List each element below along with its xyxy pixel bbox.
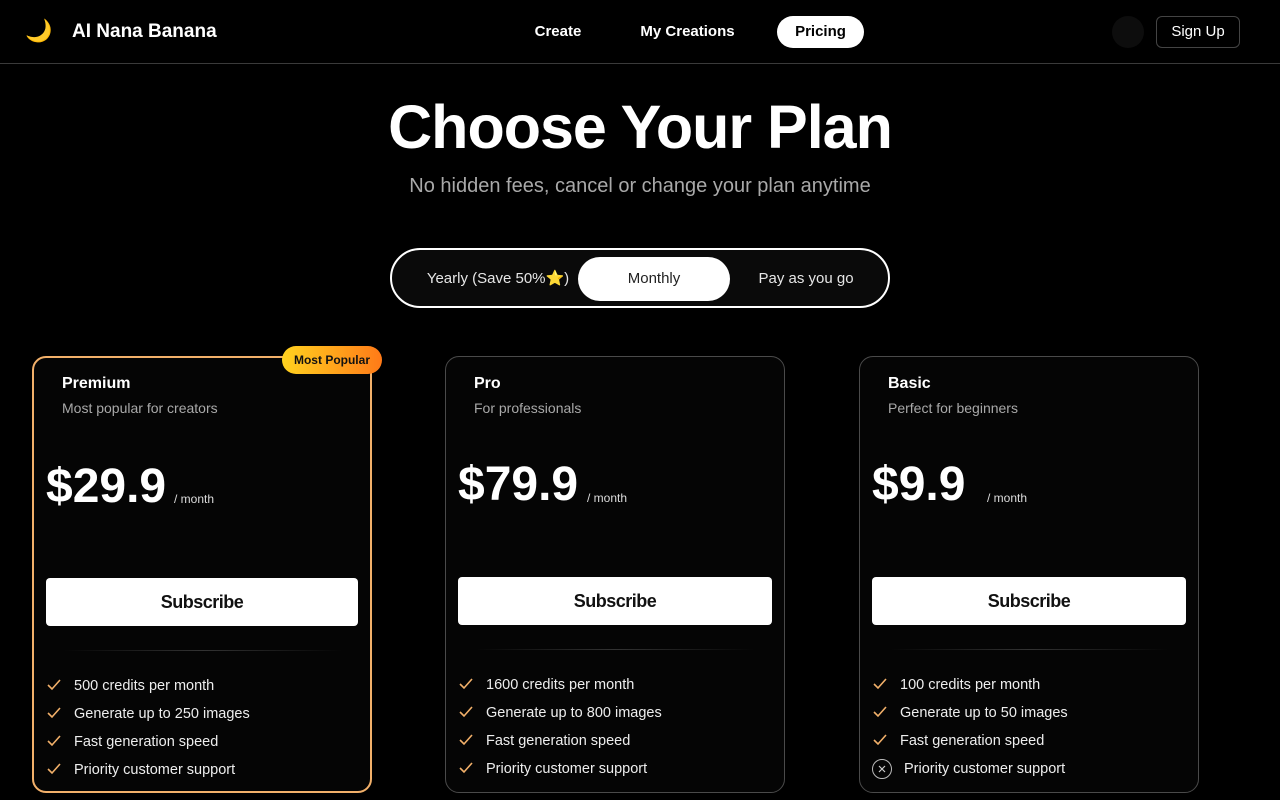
nav-my-creations[interactable]: My Creations [630, 16, 745, 48]
check-icon [458, 699, 474, 727]
feature-text: 1600 credits per month [486, 677, 635, 693]
check-icon [458, 755, 474, 783]
feature-item: 500 credits per month [46, 672, 366, 700]
nav-pricing[interactable]: Pricing [777, 16, 864, 48]
feature-text: Generate up to 50 images [900, 705, 1068, 721]
feature-list: 1600 credits per month Generate up to 80… [458, 671, 778, 783]
crescent-moon-icon[interactable]: 🌙 [24, 16, 54, 46]
subscribe-button[interactable]: Subscribe [872, 577, 1186, 625]
feature-text: Priority customer support [904, 761, 1066, 777]
feature-text: Generate up to 250 images [74, 706, 250, 722]
plan-description: Most popular for creators [62, 400, 218, 416]
billing-option-yearly[interactable]: Yearly (Save 50%⭐) [408, 257, 588, 301]
feature-text: Priority customer support [74, 762, 236, 778]
check-icon [458, 671, 474, 699]
feature-list: 100 credits per month Generate up to 50 … [872, 671, 1192, 783]
check-icon [458, 727, 474, 755]
check-icon [872, 699, 888, 727]
plan-card-basic: Basic Perfect for beginners $9.9 / month… [859, 356, 1199, 793]
billing-option-monthly[interactable]: Monthly [578, 257, 730, 301]
plan-price: $9.9 [872, 458, 966, 511]
feature-text: 100 credits per month [900, 677, 1041, 693]
subscribe-button[interactable]: Subscribe [458, 577, 772, 625]
page-subtitle: No hidden fees, cancel or change your pl… [409, 175, 871, 197]
plan-price: $79.9 [458, 458, 579, 511]
feature-item: Priority customer support [872, 755, 1192, 783]
feature-list: 500 credits per month Generate up to 250… [46, 672, 366, 784]
plan-period: / month [987, 491, 1028, 505]
top-nav-bar: 🌙 AI Nana Banana Create My Creations Pri… [0, 0, 1280, 64]
plan-card-premium: Premium Most popular for creators $29.9 … [32, 356, 372, 793]
check-icon [46, 700, 62, 728]
x-circle-icon [872, 759, 892, 779]
feature-text: Fast generation speed [900, 733, 1045, 749]
feature-item: Fast generation speed [458, 727, 778, 755]
feature-item: 1600 credits per month [458, 671, 778, 699]
feature-item: Fast generation speed [872, 727, 1192, 755]
sign-up-button[interactable]: Sign Up [1156, 16, 1240, 48]
check-icon [46, 728, 62, 756]
nav-create[interactable]: Create [518, 16, 598, 48]
feature-item: Generate up to 50 images [872, 699, 1192, 727]
feature-item: Priority customer support [458, 755, 778, 783]
feature-item: Fast generation speed [46, 728, 366, 756]
subscribe-button[interactable]: Subscribe [46, 578, 358, 626]
feature-item: 100 credits per month [872, 671, 1192, 699]
check-icon [46, 756, 62, 784]
billing-period-toggle: Yearly (Save 50%⭐) Monthly Pay as you go [390, 248, 890, 308]
check-icon [46, 672, 62, 700]
feature-text: Priority customer support [486, 761, 648, 777]
plan-name: Premium [62, 375, 131, 392]
feature-text: Fast generation speed [74, 734, 219, 750]
feature-text: 500 credits per month [74, 678, 215, 694]
check-icon [872, 671, 888, 699]
billing-option-pay-as-you-go[interactable]: Pay as you go [738, 257, 874, 301]
plan-period: / month [587, 491, 628, 505]
theme-toggle-button[interactable] [1112, 16, 1144, 48]
divider [890, 649, 1168, 650]
check-icon [872, 727, 888, 755]
feature-item: Generate up to 800 images [458, 699, 778, 727]
page-title: Choose Your Plan [388, 93, 893, 161]
plan-description: For professionals [474, 400, 582, 416]
plan-card-pro: Pro For professionals $79.9 / month Subs… [445, 356, 785, 793]
divider [476, 649, 754, 650]
plan-name: Basic [888, 375, 931, 392]
plan-price: $29.9 [46, 460, 167, 513]
most-popular-badge: Most Popular [282, 346, 382, 374]
brand-name[interactable]: AI Nana Banana [72, 21, 217, 43]
plan-period: / month [174, 492, 215, 506]
divider [64, 650, 342, 651]
feature-item: Priority customer support [46, 756, 366, 784]
feature-text: Generate up to 800 images [486, 705, 662, 721]
plan-description: Perfect for beginners [888, 400, 1018, 416]
feature-text: Fast generation speed [486, 733, 631, 749]
plan-name: Pro [474, 375, 501, 392]
feature-item: Generate up to 250 images [46, 700, 366, 728]
